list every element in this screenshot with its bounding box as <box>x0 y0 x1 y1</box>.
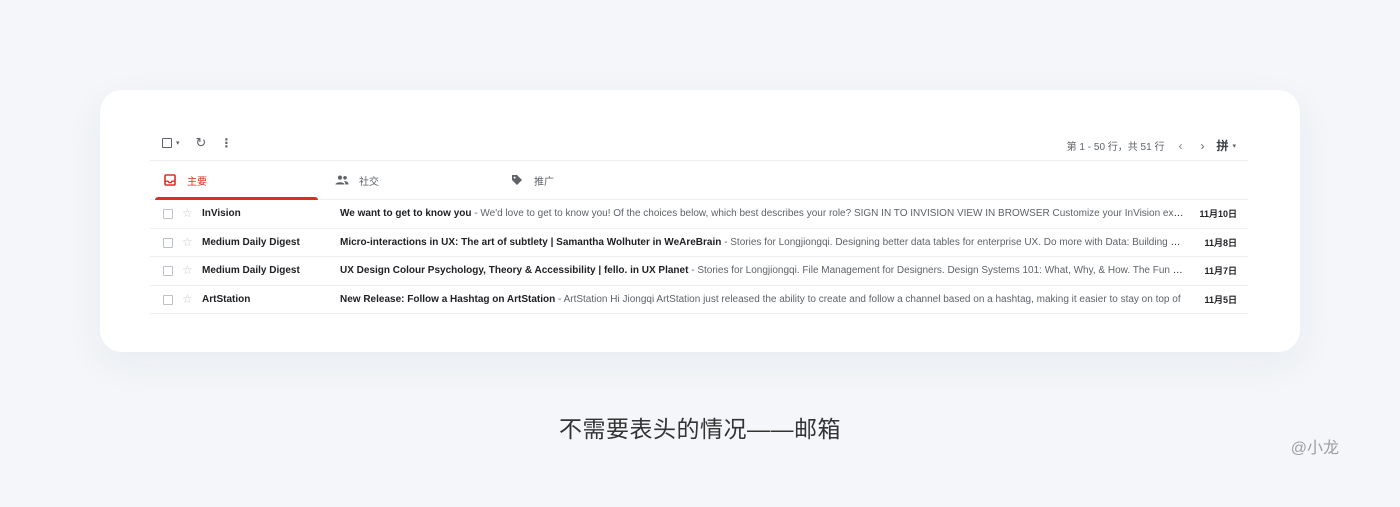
mail-card: ▾ ↻ ⋮ 第 1 - 50 行，共 51 行 ‹ › 拼 ▾ 主要 社交 推广… <box>100 90 1300 352</box>
email-sender: Medium Daily Digest <box>202 236 300 248</box>
email-snippet: - Stories for Longjiongqi. File Manageme… <box>688 265 1184 277</box>
email-sender: Medium Daily Digest <box>202 265 300 277</box>
toolbar: ▾ ↻ ⋮ 第 1 - 50 行，共 51 行 ‹ › 拼 ▾ <box>150 130 1248 161</box>
email-snippet: - ArtStation Hi Jiongqi ArtStation just … <box>555 293 1181 305</box>
tab-primary[interactable]: 主要 <box>155 161 318 200</box>
more-options-icon[interactable]: ⋮ <box>220 136 232 150</box>
email-content: Micro-interactions in UX: The art of sub… <box>340 237 1184 248</box>
tab-social-label: 社交 <box>359 176 379 188</box>
tag-icon <box>510 173 524 187</box>
tab-primary-label: 主要 <box>187 176 207 188</box>
row-checkbox[interactable] <box>163 209 173 219</box>
email-sender: InVision <box>202 208 241 220</box>
row-checkbox[interactable] <box>163 294 173 305</box>
tab-social[interactable]: 社交 <box>335 161 379 199</box>
email-sender: ArtStation <box>202 293 251 305</box>
pagination-text: 第 1 - 50 行，共 51 行 <box>1066 142 1165 153</box>
category-tabs: 主要 社交 推广 <box>150 161 1248 200</box>
email-content: New Release: Follow a Hashtag on ArtStat… <box>340 294 1184 305</box>
email-row[interactable]: ☆ Medium Daily Digest Micro-interactions… <box>150 229 1248 257</box>
email-subject: Micro-interactions in UX: The art of sub… <box>340 236 722 248</box>
star-icon[interactable]: ☆ <box>182 235 193 249</box>
row-checkbox[interactable] <box>163 266 173 276</box>
email-content: We want to get to know you - We'd love t… <box>340 208 1184 219</box>
email-row[interactable]: ☆ InVision We want to get to know you - … <box>150 200 1248 229</box>
email-subject: UX Design Colour Psychology, Theory & Ac… <box>340 265 689 277</box>
star-icon[interactable]: ☆ <box>182 292 193 306</box>
figure-caption: 不需要表头的情况——邮箱 <box>559 416 841 442</box>
toolbar-right: 第 1 - 50 行，共 51 行 ‹ › 拼 ▾ <box>1067 137 1236 154</box>
email-subject: We want to get to know you <box>340 208 472 220</box>
input-method-button[interactable]: 拼 <box>1216 137 1228 154</box>
inbox-icon <box>163 173 177 187</box>
mail-list-container: ▾ ↻ ⋮ 第 1 - 50 行，共 51 行 ‹ › 拼 ▾ 主要 社交 推广… <box>150 130 1248 314</box>
star-icon[interactable]: ☆ <box>182 263 193 277</box>
row-checkbox[interactable] <box>163 237 173 248</box>
toolbar-left: ▾ ↻ ⋮ <box>162 136 232 150</box>
input-method-dropdown-icon[interactable]: ▾ <box>1232 142 1236 150</box>
tab-promotions[interactable]: 推广 <box>510 161 554 199</box>
email-content: UX Design Colour Psychology, Theory & Ac… <box>340 265 1184 276</box>
people-icon <box>335 173 349 187</box>
email-subject: New Release: Follow a Hashtag on ArtStat… <box>340 293 556 305</box>
email-row[interactable]: ☆ Medium Daily Digest UX Design Colour P… <box>150 257 1248 286</box>
author-watermark: @小龙 <box>1290 440 1339 457</box>
refresh-icon[interactable]: ↻ <box>196 136 207 150</box>
select-dropdown-icon[interactable]: ▾ <box>176 139 180 147</box>
email-date: 11月8日 <box>1204 237 1237 248</box>
email-row[interactable]: ☆ ArtStation New Release: Follow a Hasht… <box>150 286 1248 314</box>
prev-page-icon[interactable]: ‹ <box>1178 140 1182 152</box>
star-icon[interactable]: ☆ <box>182 206 193 220</box>
email-snippet: - We'd love to get to know you! Of the c… <box>471 208 1184 220</box>
tab-promotions-label: 推广 <box>534 176 554 188</box>
email-snippet: - Stories for Longjiongqi. Designing bet… <box>721 236 1184 248</box>
email-date: 11月10日 <box>1199 209 1237 220</box>
email-date: 11月5日 <box>1204 294 1237 305</box>
email-date: 11月7日 <box>1204 266 1237 277</box>
next-page-icon[interactable]: › <box>1200 140 1204 152</box>
select-all-checkbox[interactable] <box>162 138 172 148</box>
